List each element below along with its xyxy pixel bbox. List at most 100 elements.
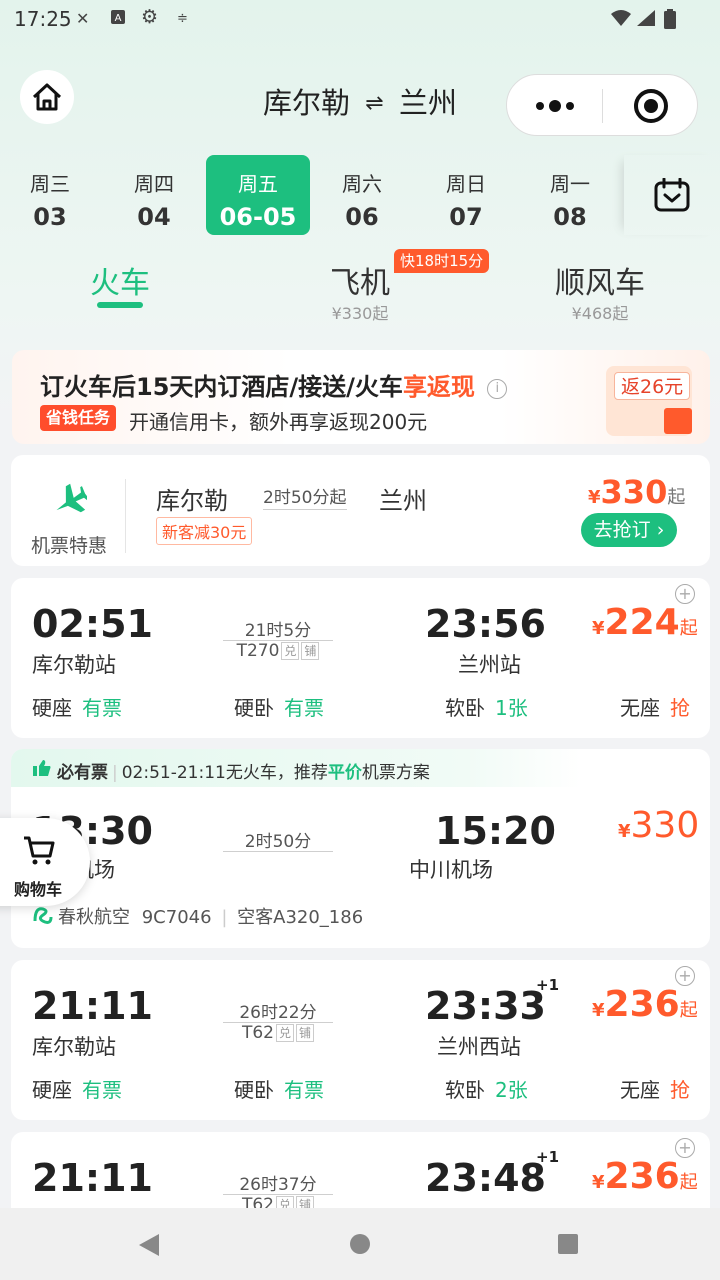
flight-info: 春秋航空 9C7046 | 空客A320_186 bbox=[58, 907, 364, 928]
save-money-tag: 省钱任务 bbox=[40, 405, 117, 431]
battery-icon bbox=[664, 9, 676, 33]
seat-soft-sleeper: 软卧 1张 bbox=[445, 692, 528, 721]
exchange-tag: 兑 bbox=[276, 1024, 295, 1042]
seat-hard-seat: 硬座 有票 bbox=[32, 692, 122, 721]
seat-availability: 有票 bbox=[284, 1078, 324, 1102]
price-suffix: 起 bbox=[679, 618, 698, 639]
seat-no-seat: 无座抢 bbox=[620, 1074, 690, 1103]
flight-deal-card[interactable]: 机票特惠 库尔勒 2时50分起 兰州 新客减30元 ¥330起 去抢订 › bbox=[11, 455, 710, 566]
seat-availability: 有票 bbox=[82, 1078, 122, 1102]
from-city: 库尔勒 bbox=[263, 86, 351, 120]
flight-from-city: 库尔勒 bbox=[156, 487, 228, 515]
date-weekday: 周六 bbox=[342, 172, 382, 196]
seat-hard-sleeper: 硬卧 有票 bbox=[234, 692, 324, 721]
seat-availability: 有票 bbox=[284, 696, 324, 720]
add-plus-icon[interactable]: + bbox=[675, 966, 695, 986]
date-tab[interactable]: 周一 08 bbox=[518, 155, 622, 235]
seat-type: 软卧 bbox=[445, 1078, 485, 1102]
back-triangle-icon bbox=[139, 1234, 159, 1256]
home-nav-button[interactable] bbox=[349, 1233, 371, 1259]
info-icon[interactable]: i bbox=[487, 379, 508, 399]
seat-no-seat: 无座抢 bbox=[620, 692, 690, 721]
tab-price: ¥330起 bbox=[331, 304, 389, 323]
tab-train[interactable]: 火车 bbox=[60, 258, 180, 302]
date-tab[interactable]: 周三 03 bbox=[0, 155, 102, 235]
arrival-time: 23:56 bbox=[425, 602, 546, 646]
more-button[interactable] bbox=[535, 97, 575, 119]
recents-square-icon bbox=[558, 1234, 578, 1254]
price-currency: ¥ bbox=[592, 618, 605, 639]
duration-line bbox=[223, 851, 333, 852]
grab-book-label: 去抢订 bbox=[593, 519, 651, 541]
home-icon bbox=[32, 83, 62, 111]
signal-off-icon: ✕ bbox=[76, 9, 90, 28]
calendar-button[interactable] bbox=[624, 155, 720, 235]
wifi-icon bbox=[610, 9, 632, 31]
home-button[interactable] bbox=[20, 70, 74, 124]
date-tab-selected[interactable]: 周五 06-05 bbox=[206, 155, 310, 235]
date-weekday: 周三 bbox=[30, 172, 70, 196]
date-weekday: 周日 bbox=[446, 172, 486, 196]
date-tab[interactable]: 周日 07 bbox=[414, 155, 518, 235]
train-card[interactable]: + 02:51 库尔勒站 21时5分 T270 兑铺 23:56 兰州站 ¥224… bbox=[11, 578, 710, 738]
price-value: 330 bbox=[630, 805, 700, 846]
swap-icon: ⇌ bbox=[365, 91, 384, 116]
train-price: ¥236起 bbox=[592, 1156, 698, 1197]
price-value: 224 bbox=[604, 602, 680, 643]
flight-duration: 2时50分 bbox=[244, 832, 312, 852]
add-plus-icon[interactable]: + bbox=[675, 1138, 695, 1158]
seat-availability: 2张 bbox=[495, 1078, 528, 1102]
flight-to-city: 兰州 bbox=[379, 487, 427, 515]
close-miniprogram-button[interactable] bbox=[633, 88, 669, 128]
tab-active-indicator bbox=[97, 302, 143, 308]
recommended-flight-card[interactable]: 必有票 | 02:51-21:11无火车，推荐平价机票方案 13:30 机场 2时5… bbox=[11, 749, 710, 948]
duration-line bbox=[263, 509, 347, 510]
promo-title-main: 订火车后15天内订酒店/接送/火车 bbox=[40, 373, 403, 401]
train-number: T62 兑铺 bbox=[223, 1023, 333, 1043]
flight-number: 9C7046 bbox=[141, 907, 212, 928]
back-button[interactable] bbox=[137, 1232, 161, 1262]
more-dots-icon bbox=[536, 100, 574, 112]
date-tab[interactable]: 周六 06 bbox=[310, 155, 414, 235]
flight-price: ¥330 bbox=[618, 805, 699, 846]
add-plus-icon[interactable]: + bbox=[675, 584, 695, 604]
date-tab[interactable]: 周四 04 bbox=[102, 155, 206, 235]
recommend-text-pre: 02:51-21:11无火车，推荐 bbox=[121, 763, 328, 783]
recommend-text: 必有票 | 02:51-21:11无火车，推荐平价机票方案 bbox=[57, 763, 430, 783]
capsule-divider bbox=[602, 89, 603, 123]
divider bbox=[125, 479, 126, 553]
train-card[interactable]: + 21:11 库尔勒站 26时22分 T62 兑铺 23:33 +1 兰州西站 … bbox=[11, 960, 710, 1120]
aircraft-type: 空客A320_186 bbox=[237, 907, 364, 928]
cart-label: 购物车 bbox=[14, 880, 63, 899]
date-weekday: 周五 bbox=[238, 172, 278, 196]
date-weekday: 周四 bbox=[134, 172, 174, 196]
recents-button[interactable] bbox=[557, 1233, 579, 1259]
cashback-promo-banner[interactable]: 订火车后15天内订酒店/接送/火车享返现 i 省钱任务 开通信用卡，额外再享返现… bbox=[12, 350, 710, 444]
price-value: 236 bbox=[604, 984, 680, 1025]
flight-deal-price: ¥330起 bbox=[588, 473, 685, 511]
vpn-icon: ≑ bbox=[177, 11, 188, 26]
price-suffix: 起 bbox=[667, 487, 686, 508]
promo-title-highlight: 享返现 bbox=[402, 373, 475, 401]
recommend-tag: 必有票 bbox=[57, 763, 108, 783]
seat-type: 无座 bbox=[620, 1078, 660, 1102]
exchange-tag: 兑 bbox=[281, 642, 300, 660]
grab-book-button[interactable]: 去抢订 › bbox=[581, 513, 677, 547]
keyboard-icon: A bbox=[110, 9, 126, 29]
departure-time: 21:11 bbox=[32, 1156, 153, 1200]
seat-type: 硬座 bbox=[32, 1078, 72, 1102]
price-currency: ¥ bbox=[618, 821, 631, 842]
tab-label: 火车 bbox=[90, 266, 150, 301]
route-title[interactable]: 库尔勒 ⇌ 兰州 bbox=[230, 80, 490, 122]
departure-station: 库尔勒站 bbox=[32, 653, 116, 677]
settings-icon: ⚙ bbox=[141, 6, 159, 28]
seat-availability: 抢 bbox=[670, 696, 690, 720]
gift-icon bbox=[664, 408, 692, 434]
cell-signal-icon bbox=[636, 9, 656, 31]
tab-carpool[interactable]: 顺风车 ¥468起 bbox=[530, 258, 670, 324]
seat-type: 硬卧 bbox=[234, 696, 274, 720]
shopping-cart-button[interactable]: 购物车 bbox=[0, 818, 90, 906]
price-value: 236 bbox=[604, 1156, 680, 1197]
arrival-station: 兰州西站 bbox=[437, 1035, 521, 1059]
status-bar: 17:25 ✕ A ⚙ ≑ bbox=[0, 0, 720, 36]
